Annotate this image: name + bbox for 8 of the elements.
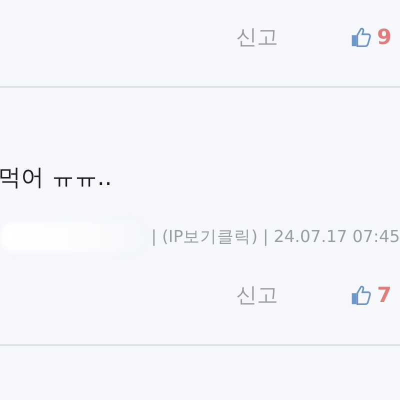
like-button[interactable]: 9 — [350, 25, 392, 49]
thumbs-up-icon — [350, 284, 372, 306]
report-button[interactable]: 신고 — [236, 281, 278, 309]
like-button[interactable]: 7 — [350, 283, 392, 307]
comment-text: 먹어 ㅠㅠ.. — [0, 164, 113, 193]
thumbs-up-icon — [350, 26, 372, 48]
comment-meta: | (IP보기클릭) | 24.07.17 07:45 — [151, 226, 400, 248]
report-button[interactable]: 신고 — [236, 23, 278, 51]
